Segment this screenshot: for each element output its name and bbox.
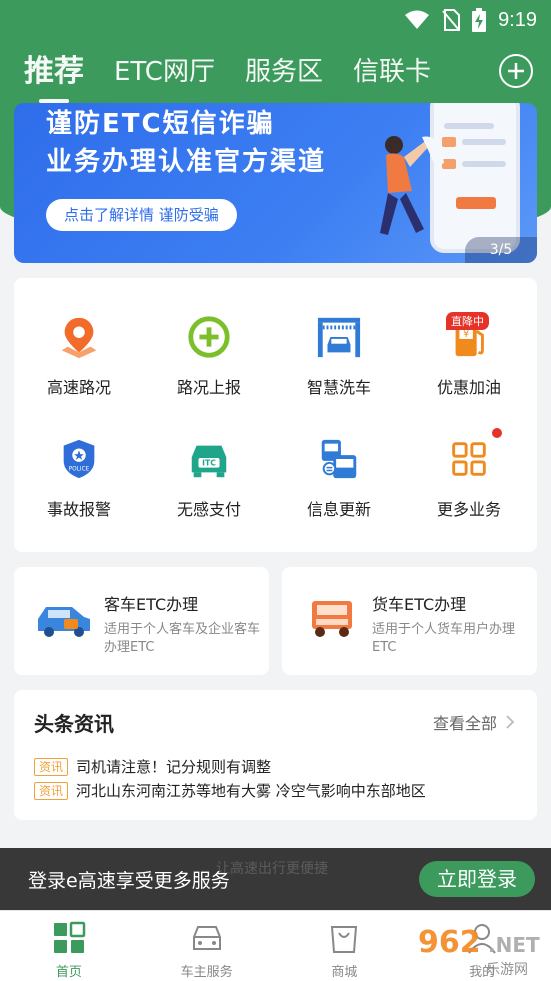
watermark-site: 乐游网: [486, 962, 528, 978]
service-label: 高速路况: [46, 378, 111, 397]
promo-banner[interactable]: 谨防ETC短信诈骗 业务办理认准官方渠道 点击了解详情 谨防受骗 3/5: [14, 103, 537, 263]
police-badge-icon: POLICE: [63, 439, 95, 479]
news-section-title: 头条资讯: [34, 712, 114, 736]
wifi-icon: [405, 10, 430, 29]
etc-card-title: 客车ETC办理: [104, 595, 199, 614]
banner-subheadline: 业务办理认准官方渠道: [46, 147, 327, 177]
service-label: 事故报警: [46, 500, 111, 519]
news-item[interactable]: 资讯 河北山东河南江苏等地有大雾 冷空气影响中东部地区: [34, 780, 426, 801]
car-wash-icon: [317, 317, 361, 358]
tab-recommend[interactable]: 推荐: [24, 49, 84, 103]
notification-dot: [492, 428, 502, 438]
truck-etc-card[interactable]: 货车ETC办理 适用于个人货车用户办理ETC: [282, 567, 537, 675]
nav-label: 首页: [55, 965, 82, 980]
service-label: 信息更新: [306, 500, 371, 519]
svg-text:¥: ¥: [463, 329, 469, 340]
shopping-bag-icon: [331, 926, 358, 953]
service-label: 智慧洗车: [306, 378, 371, 397]
view-all-link[interactable]: 查看全部: [433, 710, 515, 734]
service-label: 无感支付: [176, 500, 241, 519]
watermark-number: 962: [418, 925, 481, 960]
tab-xinlian-card[interactable]: 信联卡: [353, 49, 431, 95]
plus-circle-icon: [188, 316, 230, 358]
person-illustration: [380, 136, 444, 235]
service-label: 优惠加油: [436, 378, 501, 397]
login-prompt-text: 登录e高速享受更多服务: [28, 869, 230, 892]
no-sim-icon: [442, 9, 461, 31]
service-report-conditions[interactable]: 路况上报: [144, 278, 274, 398]
tab-service-area[interactable]: 服务区: [245, 49, 323, 95]
passenger-car-icon: [38, 607, 90, 637]
banner-headline: 谨防ETC短信诈骗: [46, 109, 275, 139]
status-bar: 9:19: [0, 0, 551, 40]
news-headline: 河北山东河南江苏等地有大雾 冷空气影响中东部地区: [76, 782, 426, 800]
login-button[interactable]: 立即登录: [419, 861, 535, 897]
etc-card-description: 适用于个人货车用户办理ETC: [372, 622, 516, 655]
banner-detail-button[interactable]: 点击了解详情 谨防受骗: [46, 199, 237, 231]
nav-mall[interactable]: 商城: [276, 911, 414, 981]
news-headline: 司机请注意！记分规则有调整: [76, 758, 272, 776]
battery-charging-icon: [472, 8, 487, 32]
service-accident-report[interactable]: POLICE 事故报警: [14, 400, 144, 520]
slogan-text: 让高速出行更便捷: [216, 861, 328, 877]
news-tag: 资讯: [34, 757, 69, 776]
itc-car-icon: ITC: [191, 445, 227, 478]
map-pin-icon: [61, 317, 97, 359]
top-tabs: 推荐 ETC网厅 服务区 信联卡: [0, 44, 551, 103]
nav-label: 车主服务: [180, 965, 233, 980]
news-tag: 资讯: [34, 781, 69, 800]
view-all-label: 查看全部: [432, 714, 497, 733]
svg-text:POLICE: POLICE: [69, 467, 90, 473]
truck-icon: [312, 601, 352, 637]
nav-owner-service[interactable]: 车主服务: [138, 911, 276, 981]
passenger-etc-card[interactable]: 客车ETC办理 适用于个人客车及企业客车办理ETC: [14, 567, 269, 675]
news-item[interactable]: 资讯 司机请注意！记分规则有调整: [34, 756, 271, 777]
service-car-wash[interactable]: 智慧洗车: [274, 278, 404, 398]
car-icon: [192, 926, 221, 950]
svg-text:ITC: ITC: [202, 459, 216, 468]
discount-badge: 直降中: [446, 312, 489, 330]
etc-card-title: 货车ETC办理: [372, 595, 467, 614]
home-grid-icon: [53, 921, 86, 953]
grid-icon: [452, 442, 486, 476]
status-time: 9:19: [498, 8, 537, 31]
chevron-right-icon: [506, 715, 515, 729]
plus-circle-icon[interactable]: [499, 54, 533, 88]
banner-page-indicator: 3/5: [465, 237, 537, 263]
service-label: 更多业务: [436, 500, 501, 519]
service-sensorless-payment[interactable]: ITC 无感支付: [144, 400, 274, 520]
service-traffic-conditions[interactable]: 高速路况: [14, 278, 144, 398]
service-more[interactable]: 更多业务: [404, 400, 534, 520]
service-info-update[interactable]: 信息更新: [274, 400, 404, 520]
vehicles-update-icon: [321, 439, 357, 479]
nav-home[interactable]: 首页: [0, 911, 138, 981]
headline-news-card: 头条资讯 查看全部 资讯 司机请注意！记分规则有调整 资讯 河北山东河南江苏等地…: [14, 690, 537, 820]
nav-label: 商城: [331, 965, 358, 980]
service-label: 路况上报: [176, 378, 241, 397]
etc-card-description: 适用于个人客车及企业客车办理ETC: [104, 622, 261, 655]
watermark-net: .NET: [488, 933, 540, 957]
tab-etc-hall[interactable]: ETC网厅: [114, 49, 215, 95]
site-watermark: 962 .NET 乐游网: [414, 925, 550, 979]
service-fuel-discount[interactable]: ¥ 优惠加油: [404, 278, 534, 398]
